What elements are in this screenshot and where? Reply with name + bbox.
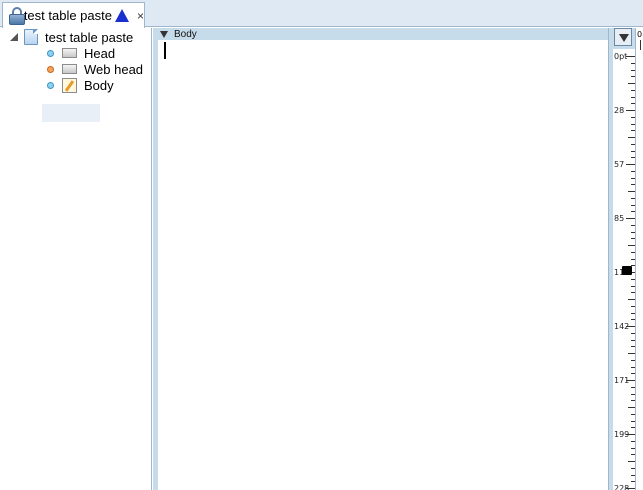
ruler-tick [626, 488, 635, 489]
blue-dot-icon [47, 81, 54, 89]
selection-highlight [42, 104, 100, 122]
document-icon [24, 29, 38, 45]
ruler-tick [628, 245, 635, 246]
tree-item-web-head[interactable]: Web head [47, 61, 143, 77]
ruler-tick [628, 83, 635, 84]
tree-item-label: Head [84, 45, 116, 61]
ruler-tick [626, 56, 635, 57]
tree-root-label: test table paste [45, 29, 134, 45]
lock-icon [9, 6, 25, 25]
ruler-tick [626, 110, 635, 111]
secondary-ruler-label: 0 [637, 30, 643, 39]
ruler-label: 57 [614, 160, 625, 169]
section-icon [62, 64, 77, 74]
editor-pane: Body [153, 28, 608, 490]
ruler-tick [628, 299, 635, 300]
ruler-label: 28 [614, 106, 625, 115]
ruler-tick [626, 326, 635, 327]
tab-title: test table paste [23, 8, 112, 23]
ruler-tick [628, 353, 635, 354]
orange-dot-icon [47, 65, 54, 73]
ruler-tick [626, 164, 635, 165]
collapse-arrow-icon[interactable] [160, 30, 168, 38]
ruler-position-marker[interactable] [622, 266, 632, 275]
collapse-toggle-icon[interactable] [10, 33, 18, 41]
ruler-tick [628, 461, 635, 462]
ruler-tick [626, 434, 635, 435]
ruler-menu-button[interactable] [614, 28, 632, 46]
ruler-tick [626, 218, 635, 219]
ruler-tick [628, 137, 635, 138]
section-header[interactable]: Body [153, 28, 608, 40]
body-edit-icon [62, 77, 77, 93]
tree-item-label: Body [84, 77, 114, 93]
warning-triangle-icon [114, 9, 129, 22]
dropdown-arrow-icon [619, 34, 629, 42]
ruler-label: 85 [614, 214, 625, 223]
ruler-label: 228 [614, 484, 630, 490]
vertical-ruler: 0pt285785114142171199228 [608, 28, 635, 490]
secondary-ruler: 0 [635, 28, 643, 490]
ruler-tick [626, 380, 635, 381]
tab-bar: test table paste × [0, 0, 643, 28]
text-caret [164, 42, 166, 59]
tree-item-label: Web head [84, 61, 144, 77]
ruler-tick [628, 407, 635, 408]
ruler-tick [628, 191, 635, 192]
document-tree: test table paste Head Web head Body [0, 28, 152, 490]
tree-item-body[interactable]: Body [47, 77, 114, 93]
section-icon [62, 48, 77, 58]
tree-root[interactable]: test table paste [24, 29, 133, 45]
close-tab-button[interactable]: × [137, 9, 144, 23]
section-label: Body [174, 28, 197, 40]
tree-item-head[interactable]: Head [47, 45, 115, 61]
document-tab[interactable]: test table paste × [2, 2, 145, 28]
body-text-area[interactable] [158, 40, 608, 490]
blue-dot-icon [47, 49, 54, 57]
ruler-scale: 0pt285785114142171199228 [613, 49, 635, 490]
